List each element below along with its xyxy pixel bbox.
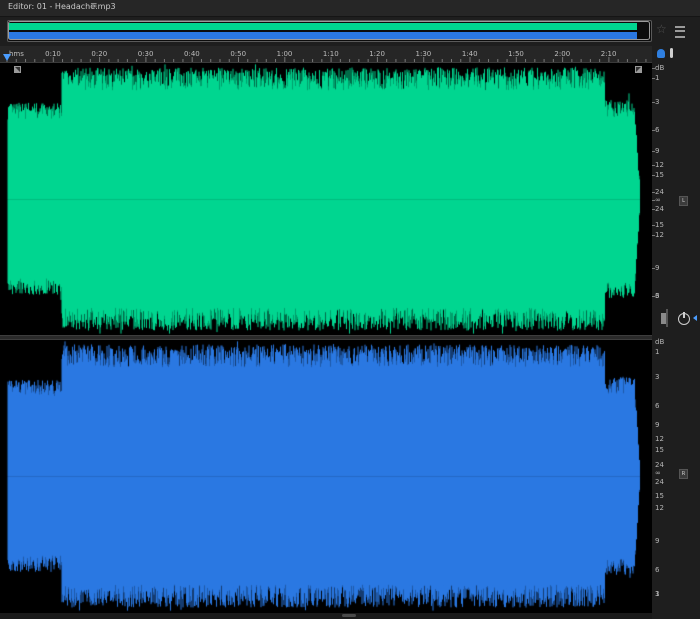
db-scale-label: 6 [655, 402, 660, 410]
db-scale-tick [652, 78, 655, 79]
volume-knob-icon[interactable] [678, 312, 690, 325]
db-scale-tick [652, 102, 655, 103]
db-scale-label: 24 [655, 188, 664, 196]
db-scale-label: 12 [655, 231, 664, 239]
db-scale-label: ∞ [655, 469, 661, 477]
overview-waveform [8, 21, 650, 40]
waveform-overview[interactable] [7, 20, 652, 42]
db-scale-label: 15 [655, 492, 664, 500]
ruler-tick-label: 1:50 [508, 50, 524, 58]
ruler-tick-label: 0:50 [230, 50, 247, 58]
editor-title: Editor: 01 - Headache.mp3 [8, 2, 116, 11]
db-scale-tick [652, 225, 655, 226]
db-scale-label: 15 [655, 221, 664, 229]
editor-title-bar: Editor: 01 - Headache.mp3 ≡ [0, 0, 700, 17]
volume-slider[interactable] [661, 313, 666, 324]
db-scale-label: 24 [655, 461, 664, 469]
db-scale-tick [652, 192, 655, 193]
db-scale-tick [652, 151, 655, 152]
scrollbar-grip[interactable] [342, 614, 356, 617]
db-scale-tick [652, 296, 655, 297]
db-scale-label: 6 [655, 126, 660, 134]
right-channel-waveform[interactable] [0, 340, 652, 612]
db-scale: dB 1 3 6 9 12 15 24 ∞ 24 15 12 9 6 3 dB 1 3 6 9 12 15 24 ∞ 24 15 1… [652, 63, 700, 613]
db-scale-tick [652, 68, 655, 69]
panel-layout-icon[interactable] [675, 26, 685, 38]
pin-icon[interactable] [670, 48, 673, 58]
db-scale-label: 15 [655, 171, 664, 179]
ruler-tick-label: 2:00 [554, 50, 571, 58]
overview-channel [9, 23, 637, 30]
db-scale-label: 9 [655, 264, 660, 272]
left-channel-waveform[interactable] [0, 63, 652, 335]
db-scale-label: dB [655, 64, 665, 72]
db-scale-label: 9 [655, 537, 660, 545]
db-scale-label: 24 [655, 205, 664, 213]
time-ruler[interactable]: hms 0:10 0:20 0:30 0:40 0:50 1:00 1:10 1:20 1:30… [0, 46, 652, 63]
db-scale-tick [652, 268, 655, 269]
channel-badge[interactable]: R [679, 469, 688, 479]
hamburger-menu-icon[interactable]: ≡ [90, 1, 98, 11]
db-scale-label: 3 [655, 98, 660, 106]
db-scale-label: 1 [655, 74, 660, 82]
db-scale-label: 1 [655, 590, 660, 598]
db-scale-label: ∞ [655, 196, 661, 204]
volume-slider-track [666, 309, 668, 327]
ruler-tick-label: 1:30 [415, 50, 432, 58]
db-scale-label: 12 [655, 504, 664, 512]
db-scale-label: 12 [655, 435, 664, 443]
playhead-icon[interactable] [3, 54, 11, 61]
ruler-tick-label: 0:30 [137, 50, 154, 58]
horizontal-scrollbar[interactable] [0, 613, 652, 619]
ruler-tick-label: 0:20 [91, 50, 108, 58]
db-scale-label: 12 [655, 161, 664, 169]
ruler-tick-label: 0:40 [184, 50, 200, 58]
db-scale-tick [652, 165, 655, 166]
ruler-tick-label: 1:00 [276, 50, 293, 58]
db-scale-label: 3 [655, 292, 660, 300]
snap-magnet-icon[interactable] [657, 49, 665, 58]
ruler-tick-label: 1:10 [322, 50, 339, 58]
db-scale-tick [652, 209, 655, 210]
arrow-left-icon [693, 315, 697, 321]
ruler-tick-label: 2:10 [600, 50, 617, 58]
waveform-display[interactable] [0, 63, 652, 613]
fade-in-handle[interactable] [14, 66, 21, 73]
db-scale-label: 1 [655, 348, 660, 356]
db-scale-label: 3 [655, 373, 660, 381]
db-scale-tick [652, 175, 655, 176]
db-scale-tick [652, 235, 655, 236]
db-scale-label: dB [655, 338, 665, 346]
channel-badge[interactable]: L [679, 196, 688, 206]
db-scale-label: 24 [655, 478, 664, 486]
db-scale-label: 6 [655, 566, 660, 574]
fade-out-handle[interactable] [635, 66, 642, 73]
db-scale-tick [652, 130, 655, 131]
ruler-tick-label: 1:20 [369, 50, 385, 58]
overview-channel [9, 32, 637, 39]
db-scale-label: 15 [655, 446, 664, 454]
db-scale-tick [652, 200, 655, 201]
star-icon[interactable]: ☆ [656, 22, 667, 36]
ruler-tick-label: 0:10 [45, 50, 61, 58]
db-scale-label: 9 [655, 421, 660, 429]
db-scale-label: 9 [655, 147, 660, 155]
ruler-tick-label: 1:40 [461, 50, 478, 58]
